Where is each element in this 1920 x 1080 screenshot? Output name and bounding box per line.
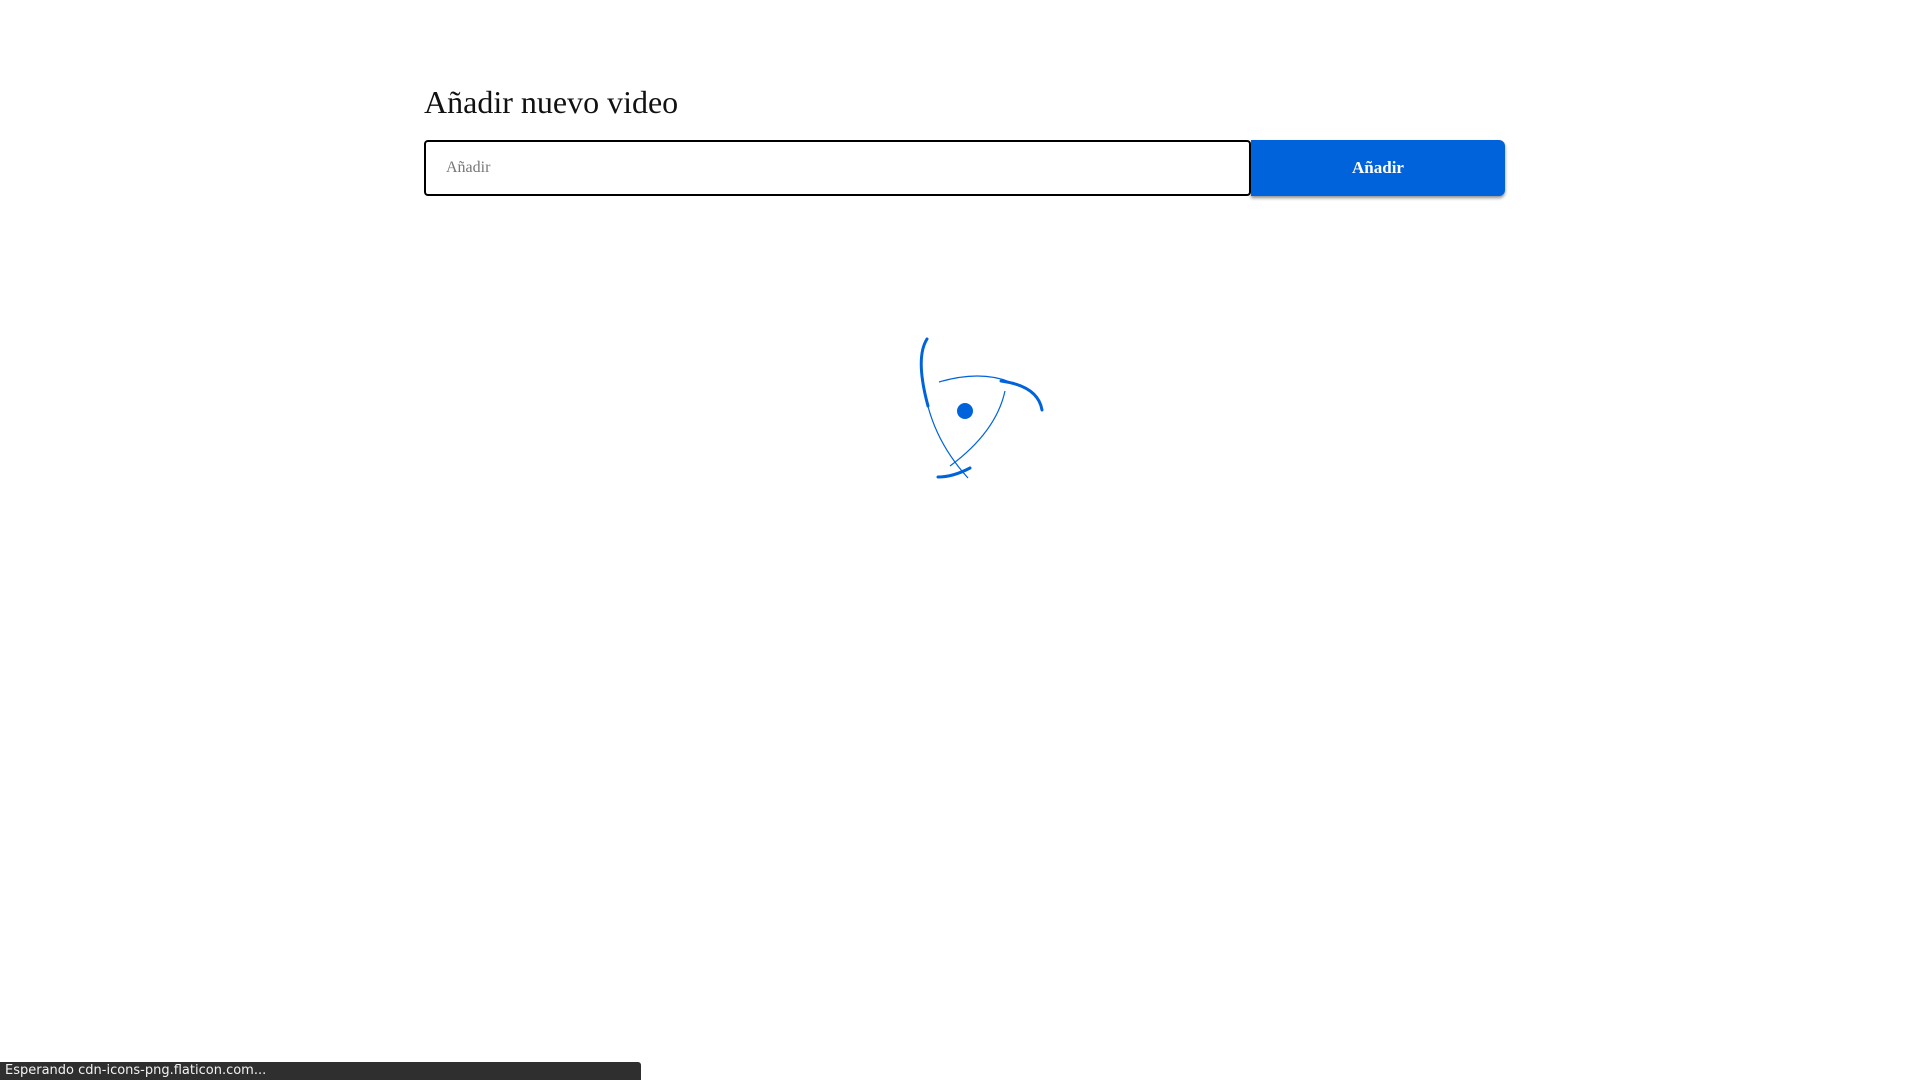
spinner-arc-thick-1 <box>919 337 930 408</box>
spinner-arc-thin-1 <box>922 377 969 479</box>
add-video-form: Añadir <box>424 140 1505 196</box>
spinner-center-dot <box>957 403 973 419</box>
spinner-arc-thin-3 <box>949 390 1006 467</box>
spinner-arc-thick-2 <box>999 379 1044 412</box>
spinner-arc-thin-2 <box>938 375 1011 383</box>
video-url-input[interactable] <box>424 140 1251 196</box>
spinner-icon <box>919 337 1044 479</box>
page-title: Añadir nuevo video <box>424 84 679 120</box>
add-video-button[interactable]: Añadir <box>1251 140 1505 196</box>
browser-status-bar: Esperando cdn-icons-png.flaticon.com... <box>0 1062 641 1080</box>
